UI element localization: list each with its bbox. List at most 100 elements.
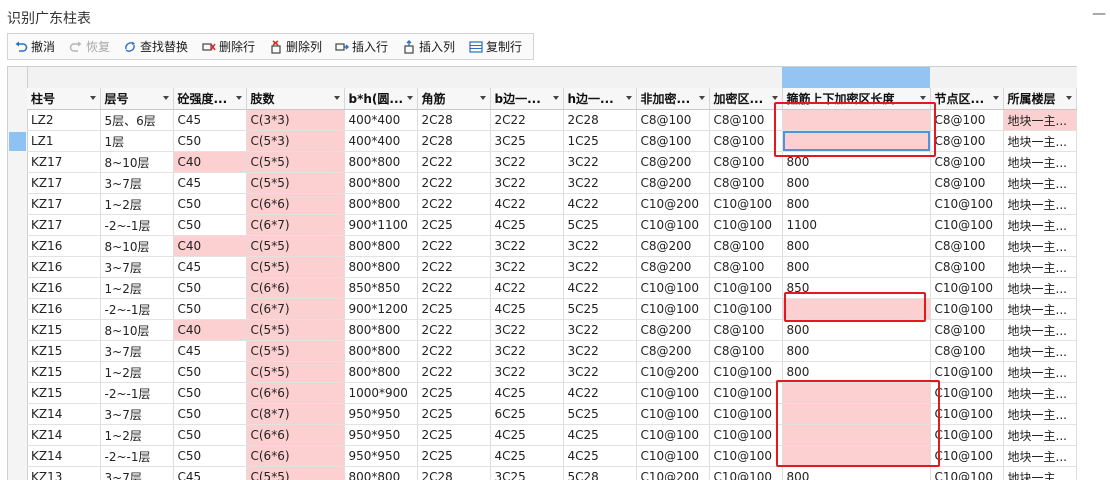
cell-h-side-bar[interactable]: 5C28 — [563, 467, 636, 480]
cell-joint-stirrup[interactable]: C10@100 — [930, 425, 1003, 446]
cell-dense-stirrup[interactable]: C10@100 — [709, 362, 782, 383]
cell-floor[interactable]: 1~2层 — [100, 425, 173, 446]
cell-floor-group[interactable]: 地块一主... — [1003, 173, 1076, 194]
table-row[interactable]: KZ161~2层C50C(6*6)850*8502C224C224C22C10@… — [27, 278, 1076, 299]
cell-dense-stirrup[interactable]: C8@100 — [709, 257, 782, 278]
cell-section-size[interactable]: 400*400 — [344, 131, 417, 152]
cell-limb-count[interactable]: C(6*6) — [246, 278, 344, 299]
cell-dense-stirrup[interactable]: C8@100 — [709, 173, 782, 194]
filter-dropdown-icon[interactable] — [334, 96, 340, 100]
table-row[interactable]: KZ158~10层C40C(5*5)800*8002C223C223C22C8@… — [27, 320, 1076, 341]
cell-floor[interactable]: 1~2层 — [100, 278, 173, 299]
cell-dense-zone-length[interactable]: 800 — [782, 467, 930, 480]
cell-floor[interactable]: 3~7层 — [100, 341, 173, 362]
cell-floor-group[interactable]: 地块一主... — [1003, 320, 1076, 341]
cell-dense-zone-length[interactable]: 800 — [782, 236, 930, 257]
cell-floor-group[interactable]: 地块一主... — [1003, 236, 1076, 257]
header-b-side-bar[interactable]: b边一... — [490, 88, 563, 110]
cell-dense-stirrup[interactable]: C8@100 — [709, 110, 782, 131]
cell-concrete-grade[interactable]: C50 — [173, 215, 246, 236]
cell-non-dense-stirrup[interactable]: C10@100 — [636, 278, 709, 299]
cell-non-dense-stirrup[interactable]: C10@100 — [636, 446, 709, 467]
cell-dense-zone-length[interactable]: 800 — [782, 341, 930, 362]
cell-section-size[interactable]: 1000*900 — [344, 383, 417, 404]
cell-column-id[interactable]: KZ13 — [27, 467, 100, 480]
cell-concrete-grade[interactable]: C50 — [173, 383, 246, 404]
filter-dropdown-icon[interactable] — [236, 96, 242, 100]
cell-dense-stirrup[interactable]: C10@100 — [709, 467, 782, 480]
cell-h-side-bar[interactable]: 4C22 — [563, 194, 636, 215]
cell-dense-zone-length[interactable] — [782, 446, 930, 467]
delete-column-button[interactable]: 删除列 — [269, 37, 322, 57]
cell-floor[interactable]: 1~2层 — [100, 194, 173, 215]
filter-dropdown-icon[interactable] — [626, 96, 632, 100]
header-corner-bar[interactable]: 角筋 — [417, 88, 490, 110]
selected-column-marker[interactable] — [782, 67, 930, 88]
cell-section-size[interactable]: 950*950 — [344, 425, 417, 446]
cell-corner-bar[interactable]: 2C22 — [417, 341, 490, 362]
cell-floor[interactable]: 8~10层 — [100, 152, 173, 173]
cell-dense-zone-length[interactable] — [782, 131, 930, 152]
cell-corner-bar[interactable]: 2C22 — [417, 152, 490, 173]
cell-concrete-grade[interactable]: C50 — [173, 446, 246, 467]
cell-non-dense-stirrup[interactable]: C10@200 — [636, 467, 709, 480]
cell-h-side-bar[interactable]: 4C25 — [563, 425, 636, 446]
minimize-button[interactable]: — — [1092, 6, 1106, 22]
cell-dense-stirrup[interactable]: C10@100 — [709, 425, 782, 446]
cell-section-size[interactable]: 800*800 — [344, 341, 417, 362]
column-selector-band[interactable] — [8, 67, 1077, 89]
cell-section-size[interactable]: 950*950 — [344, 446, 417, 467]
cell-corner-bar[interactable]: 2C28 — [417, 467, 490, 480]
cell-floor[interactable]: 3~7层 — [100, 173, 173, 194]
header-dense-stirrup[interactable]: 加密区... — [709, 88, 782, 110]
header-h-side-bar[interactable]: h边一... — [563, 88, 636, 110]
cell-b-side-bar[interactable]: 4C22 — [490, 194, 563, 215]
cell-limb-count[interactable]: C(5*5) — [246, 362, 344, 383]
cell-dense-zone-length[interactable]: 800 — [782, 152, 930, 173]
cell-dense-stirrup[interactable]: C10@100 — [709, 278, 782, 299]
cell-joint-stirrup[interactable]: C8@100 — [930, 236, 1003, 257]
cell-dense-stirrup[interactable]: C10@100 — [709, 299, 782, 320]
header-floor[interactable]: 层号 — [100, 88, 173, 110]
cell-non-dense-stirrup[interactable]: C8@100 — [636, 131, 709, 152]
cell-dense-zone-length[interactable]: 1100 — [782, 215, 930, 236]
cell-floor-group[interactable]: 地块一主... — [1003, 383, 1076, 404]
filter-dropdown-icon[interactable] — [920, 96, 926, 100]
cell-non-dense-stirrup[interactable]: C8@200 — [636, 341, 709, 362]
cell-corner-bar[interactable]: 2C28 — [417, 131, 490, 152]
cell-floor[interactable]: 8~10层 — [100, 236, 173, 257]
cell-joint-stirrup[interactable]: C10@100 — [930, 404, 1003, 425]
cell-joint-stirrup[interactable]: C8@100 — [930, 173, 1003, 194]
cell-h-side-bar[interactable]: 1C25 — [563, 131, 636, 152]
cell-b-side-bar[interactable]: 4C25 — [490, 425, 563, 446]
filter-dropdown-icon[interactable] — [163, 96, 169, 100]
cell-section-size[interactable]: 900*1200 — [344, 299, 417, 320]
header-limb-count[interactable]: 肢数 — [246, 88, 344, 110]
cell-h-side-bar[interactable]: 5C25 — [563, 404, 636, 425]
cell-limb-count[interactable]: C(5*5) — [246, 341, 344, 362]
cell-dense-zone-length[interactable] — [782, 110, 930, 131]
table-row[interactable]: KZ15-2~-1层C50C(6*6)1000*9002C254C254C22C… — [27, 383, 1076, 404]
table-row[interactable]: KZ151~2层C50C(5*5)800*8002C223C223C22C10@… — [27, 362, 1076, 383]
cell-limb-count[interactable]: C(5*5) — [246, 152, 344, 173]
cell-floor[interactable]: -2~-1层 — [100, 299, 173, 320]
cell-corner-bar[interactable]: 2C22 — [417, 278, 490, 299]
cell-dense-zone-length[interactable] — [782, 299, 930, 320]
insert-row-button[interactable]: 插入行 — [335, 37, 388, 57]
cell-column-id[interactable]: KZ17 — [27, 194, 100, 215]
cell-floor-group[interactable]: 地块一主... — [1003, 131, 1076, 152]
cell-non-dense-stirrup[interactable]: C8@200 — [636, 152, 709, 173]
cell-corner-bar[interactable]: 2C22 — [417, 194, 490, 215]
cell-non-dense-stirrup[interactable]: C8@100 — [636, 110, 709, 131]
cell-section-size[interactable]: 800*800 — [344, 194, 417, 215]
cell-dense-zone-length[interactable]: 800 — [782, 320, 930, 341]
cell-b-side-bar[interactable]: 4C25 — [490, 383, 563, 404]
cell-dense-stirrup[interactable]: C10@100 — [709, 404, 782, 425]
undo-button[interactable]: 撤消 — [14, 37, 55, 57]
cell-corner-bar[interactable]: 2C22 — [417, 257, 490, 278]
cell-b-side-bar[interactable]: 3C22 — [490, 362, 563, 383]
cell-concrete-grade[interactable]: C50 — [173, 299, 246, 320]
cell-b-side-bar[interactable]: 4C25 — [490, 299, 563, 320]
cell-limb-count[interactable]: C(5*5) — [246, 257, 344, 278]
cell-floor-group[interactable]: 地块一主... — [1003, 215, 1076, 236]
